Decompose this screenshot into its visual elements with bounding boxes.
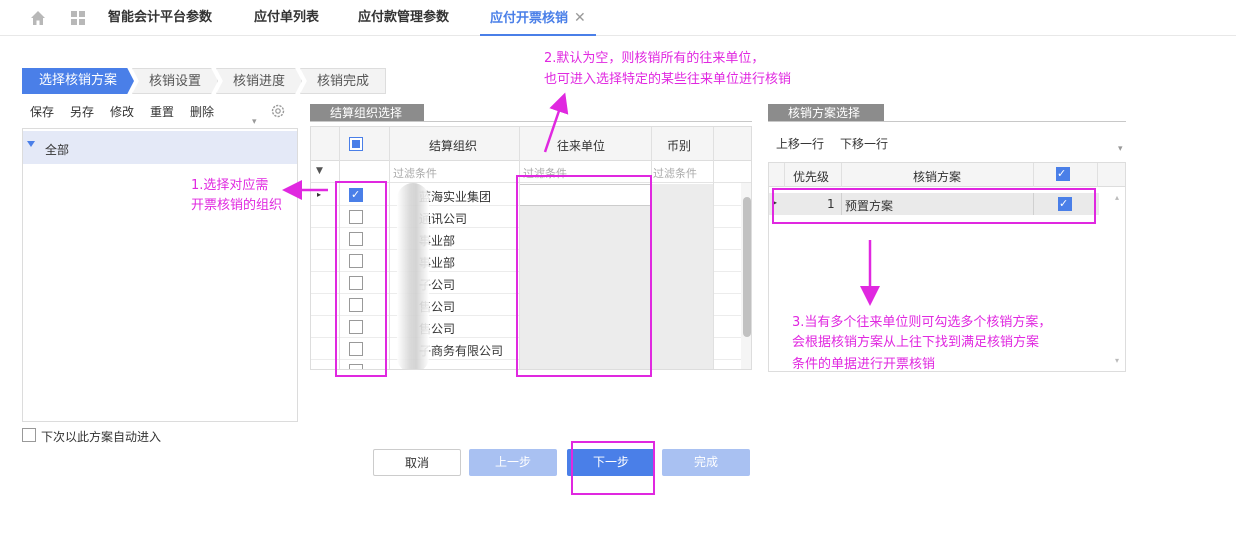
scheme-section-title: 核销方案选择 [768,104,884,122]
annotation-box-org-checkboxes [335,181,387,377]
tab-invoice-writeoff[interactable]: 应付开票核销 ✕ [480,0,596,36]
home-icon[interactable] [30,10,46,26]
row-pointer-icon: ▸ [317,190,322,199]
save-as-button[interactable]: 另存 [70,103,94,120]
scheme-tree-panel [22,128,298,422]
row-currency-cell[interactable] [651,184,713,206]
redaction-blur [397,183,429,369]
step-writeoff-complete: 核销完成 [300,68,386,94]
toolbar-more-icon[interactable]: ▾ [252,117,257,127]
annotation-note-3-line3: 条件的单据进行开票核销 [792,357,936,372]
row-currency-cell[interactable] [651,338,713,360]
scheme-toolbar-more-icon[interactable]: ▾ [1118,144,1123,154]
annotation-box-scheme-row [772,188,1096,224]
apps-grid-icon[interactable] [70,10,86,26]
move-up-button[interactable]: 上移一行 [776,135,824,152]
row-currency-cell[interactable] [651,228,713,250]
annotation-note-2-line1: 2.默认为空，则核销所有的往来单位， [544,51,765,66]
col-header-scheme[interactable]: 核销方案 [913,168,961,185]
auto-enter-label: 下次以此方案自动进入 [41,430,162,444]
annotation-note-2-line2: 也可进入选择特定的某些往来单位进行核销 [544,72,792,87]
tab-invoice-writeoff-label: 应付开票核销 [490,11,569,26]
col-header-party[interactable]: 往来单位 [557,137,605,154]
currency-filter-input[interactable]: 过滤条件 [653,165,697,181]
annotation-box-party-column [516,175,652,377]
scheme-select-all-checkbox[interactable]: ✓ [1056,167,1070,181]
caret-down-icon[interactable] [27,141,35,147]
move-down-button[interactable]: 下移一行 [840,135,888,152]
row-org-name: 蓝海实业集团 [419,190,492,204]
annotation-note-1-line2: 开票核销的组织 [191,198,283,213]
delete-button[interactable]: 删除 [190,103,214,120]
step-writeoff-settings: 核销设置 [132,68,218,94]
org-grid-header: 结算组织 往来单位 币别 [311,127,751,161]
cancel-button[interactable]: 取消 [373,449,461,476]
step-writeoff-progress: 核销进度 [216,68,302,94]
col-header-org[interactable]: 结算组织 [429,137,477,154]
tab-payable-params[interactable]: 应付款管理参数 [358,0,449,36]
step-select-scheme: 选择核销方案 [22,68,134,94]
row-currency-cell[interactable] [651,360,713,369]
close-icon[interactable]: ✕ [574,10,586,26]
org-grid-scroll-thumb[interactable] [743,197,751,337]
scheme-section-rule [768,121,1126,122]
row-currency-cell[interactable] [651,206,713,228]
col-header-currency[interactable]: 币别 [667,137,691,154]
row-currency-cell[interactable] [651,316,713,338]
row-currency-cell[interactable] [651,272,713,294]
scheme-grid-header: 优先级 核销方案 ✓ [769,163,1125,187]
gear-icon[interactable] [270,103,286,119]
auto-enter-checkbox[interactable] [22,428,36,442]
tree-item-all-label: 全部 [45,143,70,157]
col-header-priority[interactable]: 优先级 [793,168,829,185]
org-section-rule [310,121,752,122]
save-button[interactable]: 保存 [30,103,54,120]
row-currency-cell[interactable] [651,250,713,272]
row-org-name: 子商务有限公司 [419,344,504,358]
annotation-note-1-line1: 1.选择对应需 [191,178,269,193]
org-section-title: 结算组织选择 [310,104,424,122]
modify-button[interactable]: 修改 [110,103,134,120]
annotation-note-3-line1: 3.当有多个往来单位则可勾选多个核销方案， [792,315,1052,330]
filter-icon[interactable]: ▼ [316,166,323,176]
annotation-note-3-line2: 会根据核销方案从上往下找到满足核销方案 [792,335,1040,350]
annotation-box-next-button [571,441,655,495]
select-all-checkbox[interactable] [349,137,363,151]
prev-step-button[interactable]: 上一步 [469,449,557,476]
org-filter-input[interactable]: 过滤条件 [393,165,437,181]
tab-platform-params[interactable]: 智能会计平台参数 [108,0,212,36]
row-currency-cell[interactable] [651,294,713,316]
tab-payable-list[interactable]: 应付单列表 [254,0,319,36]
finish-button[interactable]: 完成 [662,449,750,476]
reset-button[interactable]: 重置 [150,103,174,120]
